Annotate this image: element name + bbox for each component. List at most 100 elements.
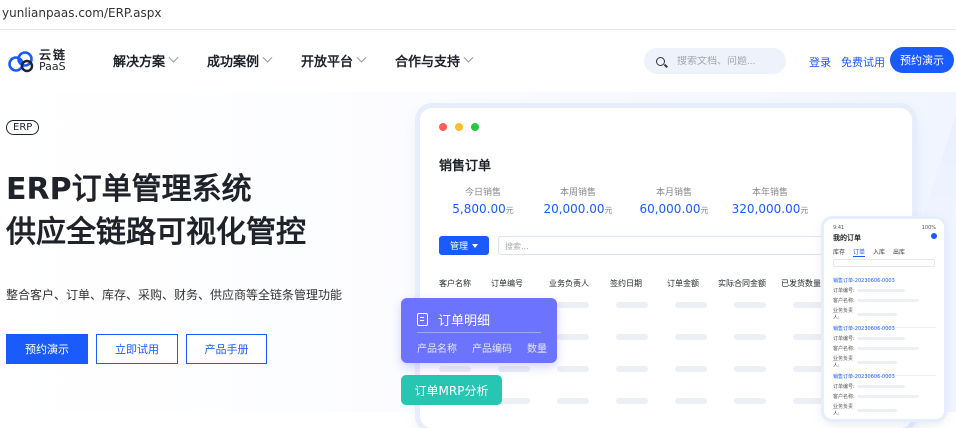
chevron-down-icon <box>168 52 179 63</box>
col-order-no: 订单编号 <box>491 279 523 288</box>
manage-dropdown-button[interactable]: 管理 <box>439 236 489 255</box>
login-link[interactable]: 登录 <box>809 54 831 70</box>
mrp-analysis-tag: 订单MRP分析 <box>401 375 502 405</box>
table-row[interactable] <box>439 366 839 372</box>
window-dot-yellow <box>455 123 463 131</box>
stat-month-label: 本月销售 <box>655 188 692 198</box>
caret-down-icon <box>472 243 478 248</box>
logo-cloud-icon <box>8 51 34 73</box>
col-contract-amount: 实际合同金额 <box>718 279 766 288</box>
menu-solutions[interactable]: 解决方案 <box>113 51 179 70</box>
phone-field-label: 订单编号: <box>833 336 855 342</box>
divider <box>417 332 541 333</box>
logo[interactable]: 云链 PaaS <box>6 46 67 76</box>
menu-partners-support-label: 合作与支持 <box>395 55 461 70</box>
chevron-down-icon <box>463 52 474 63</box>
top-navigation: 云链 PaaS 解决方案 成功案例 开放平台 合作与支持 登录 免费试用 预约演… <box>0 30 956 92</box>
stat-year-unit: 元 <box>800 206 809 215</box>
phone-field-label: 订单编号: <box>833 288 855 294</box>
hero-trial-button[interactable]: 立即试用 <box>96 334 178 364</box>
search-icon <box>656 56 665 66</box>
col-owner: 业务负责人 <box>549 279 589 288</box>
order-detail-card: 订单明细 产品名称 产品编码 数量 <box>401 298 557 363</box>
phone-field-label: 业务负责人: <box>833 308 854 321</box>
phone-add-icon <box>931 233 937 239</box>
table-search-input[interactable]: 搜索... <box>498 236 828 255</box>
menu-cases[interactable]: 成功案例 <box>207 51 273 70</box>
phone-tab-inbound: 入库 <box>873 249 886 256</box>
stat-today-unit: 元 <box>505 206 514 215</box>
hero-demo-button[interactable]: 预约演示 <box>6 334 88 364</box>
stat-week-label: 本周销售 <box>559 188 596 198</box>
phone-field-label: 客户名称: <box>833 346 855 352</box>
hero-section: ERP ERP订单管理系统 供应全链路可视化管控 整合客户、订单、库存、采购、财… <box>0 92 956 428</box>
stat-week-value: 20,000.00 <box>543 202 605 216</box>
menu-partners-support[interactable]: 合作与支持 <box>395 51 474 70</box>
chevron-down-icon <box>262 52 273 63</box>
manage-label: 管理 <box>449 242 468 252</box>
phone-battery: 100% <box>921 225 936 231</box>
document-icon <box>417 313 428 326</box>
order-detail-columns: 产品名称 产品编码 数量 <box>417 340 562 355</box>
window-controls <box>439 123 479 131</box>
hero-title-line1: ERP订单管理系统 <box>6 172 252 207</box>
phone-tab-outbound: 出库 <box>893 249 906 256</box>
detail-col-product-name: 产品名称 <box>417 344 457 355</box>
phone-tab-inventory: 库存 <box>833 249 846 256</box>
stat-year: 本年销售 320,000.00元 <box>720 185 820 216</box>
detail-col-product-code: 产品编码 <box>472 344 512 355</box>
hero-subtitle: 整合客户、订单、库存、采购、财务、供应商等全链条管理功能 <box>6 288 343 302</box>
stat-today-label: 今日销售 <box>464 188 501 198</box>
menu-open-platform-label: 开放平台 <box>301 55 354 70</box>
window-dot-red <box>439 123 447 131</box>
phone-tab-orders: 订单 <box>853 249 866 257</box>
phone-field-label: 订单编号: <box>833 384 855 390</box>
search-box[interactable] <box>644 48 786 74</box>
stat-week: 本周销售 20,000.00元 <box>533 185 623 216</box>
phone-order-card: 销售订单-20230606-0003 订单编号: 客户名称: 业务负责人: <box>833 277 936 328</box>
stat-month-value: 60,000.00 <box>639 202 701 216</box>
col-customer: 客户名称 <box>439 279 471 288</box>
dashboard-title: 销售订单 <box>439 159 492 174</box>
order-detail-title: 订单明细 <box>438 314 491 329</box>
phone-status-bar: 9:41 100% <box>833 225 936 231</box>
stat-month: 本月销售 60,000.00元 <box>629 185 719 216</box>
phone-order-card: 销售订单-20230606-0003 订单编号: 客户名称: 业务负责人: <box>833 325 936 376</box>
stat-today-value: 5,800.00 <box>452 202 506 216</box>
phone-order-id: 销售订单-20230606-0003 <box>833 326 895 332</box>
phone-order-card: 销售订单-20230606-0003 订单编号: 客户名称: 业务负责人: <box>833 373 936 417</box>
col-amount: 订单金额 <box>667 279 699 288</box>
col-shipped-qty: 已发货数量 <box>781 279 821 288</box>
stat-week-unit: 元 <box>604 206 613 215</box>
hero-title-line2: 供应全链路可视化管控 <box>6 215 306 250</box>
book-demo-button[interactable]: 预约演示 <box>890 47 954 73</box>
detail-col-quantity: 数量 <box>527 344 547 355</box>
address-bar[interactable]: yunlianpaas.com/ERP.aspx <box>0 0 956 30</box>
stat-year-label: 本年销售 <box>751 188 788 198</box>
stat-year-value: 320,000.00 <box>731 202 801 216</box>
logo-en-text: PaaS <box>39 60 66 73</box>
category-tag: ERP <box>6 120 40 135</box>
hero-manual-button[interactable]: 产品手册 <box>186 334 267 364</box>
chevron-down-icon <box>356 52 367 63</box>
phone-field-label: 客户名称: <box>833 298 855 304</box>
phone-field-label: 业务负责人: <box>833 404 854 417</box>
free-trial-link[interactable]: 免费试用 <box>841 54 885 70</box>
menu-open-platform[interactable]: 开放平台 <box>301 51 367 70</box>
menu-cases-label: 成功案例 <box>207 55 260 70</box>
phone-field-label: 客户名称: <box>833 394 855 400</box>
phone-search <box>833 259 935 267</box>
phone-field-label: 业务负责人: <box>833 356 854 369</box>
search-input[interactable] <box>677 55 777 67</box>
menu-solutions-label: 解决方案 <box>113 55 166 70</box>
main-menu: 解决方案 成功案例 开放平台 合作与支持 <box>113 51 502 70</box>
table-header: 客户名称 订单编号 业务负责人 签约日期 订单金额 实际合同金额 已发货数量 <box>439 278 839 289</box>
address-url: yunlianpaas.com/ERP.aspx <box>2 6 162 20</box>
stat-today: 今日销售 5,800.00元 <box>448 185 518 216</box>
phone-time: 9:41 <box>833 225 845 231</box>
phone-title: 我的订单 <box>833 234 861 242</box>
mobile-preview: 9:41 100% 我的订单 库存 订单 入库 出库 销售订单-20230606… <box>824 219 944 419</box>
phone-order-id: 销售订单-20230606-0003 <box>833 278 895 284</box>
stat-month-unit: 元 <box>700 206 709 215</box>
window-dot-green <box>471 123 479 131</box>
